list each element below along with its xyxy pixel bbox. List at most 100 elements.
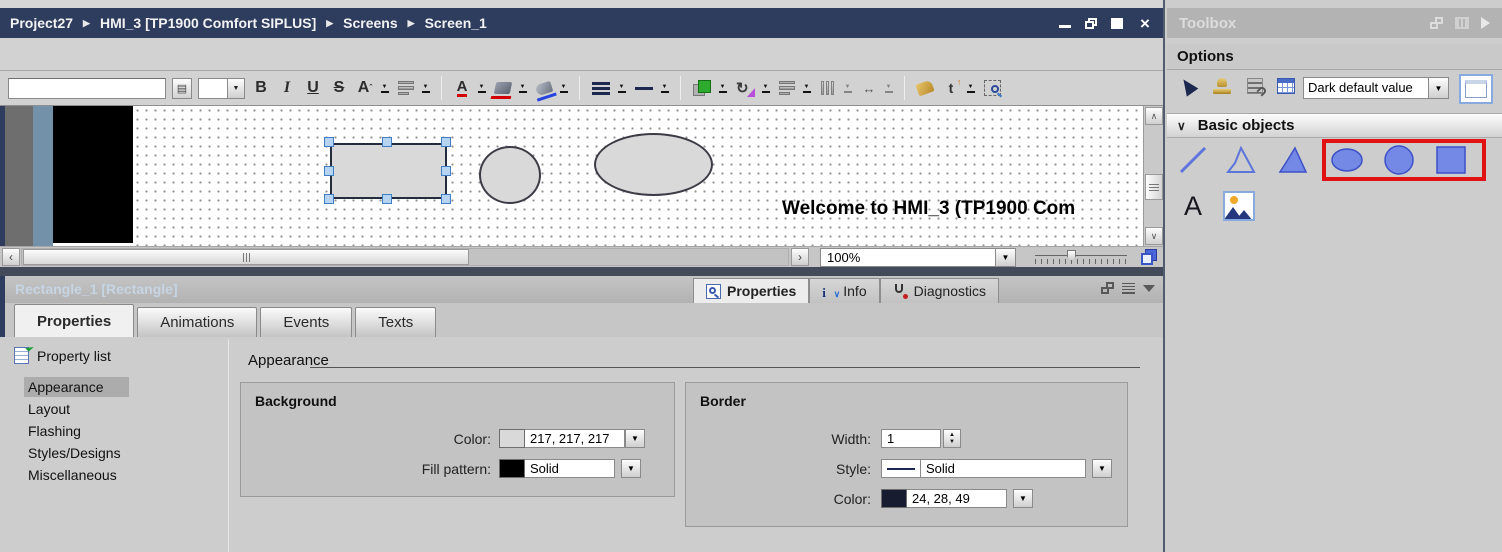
close-button[interactable]: × [1137, 15, 1153, 32]
tab-diagnostics[interactable]: Diagnostics [879, 278, 999, 303]
select-cursor-icon[interactable] [1177, 75, 1199, 97]
zoom-selection-button[interactable] [982, 76, 1003, 100]
fill-color-dropdown[interactable]: ▼ [717, 84, 728, 93]
border-width-stepper[interactable]: ▲ ▼ [943, 429, 961, 448]
border-style-dropdown[interactable]: ▼ [616, 84, 627, 93]
selection-handle-nw[interactable] [324, 137, 334, 147]
breadcrumb-hmi[interactable]: HMI_3 [TP1900 Comfort SIPLUS] [100, 15, 316, 31]
fill-pattern-swatch[interactable] [499, 459, 525, 478]
chevron-down-icon[interactable]: ▼ [1429, 77, 1449, 99]
property-item-appearance[interactable]: Appearance [24, 377, 129, 397]
distribute-dropdown[interactable]: ▼ [842, 84, 853, 93]
chevron-down-icon[interactable]: ▼ [228, 77, 245, 99]
tab-properties[interactable]: Properties [14, 304, 135, 337]
stamp-icon[interactable] [1213, 78, 1231, 94]
canvas-rectangle-shape[interactable] [330, 143, 447, 199]
brush-color-button[interactable] [534, 76, 557, 102]
highlight-color-button[interactable] [490, 76, 513, 100]
tool-line[interactable] [1175, 142, 1211, 178]
tab-info[interactable]: i ∨ Info [809, 278, 880, 303]
selection-handle-e[interactable] [441, 166, 451, 176]
options-section-header[interactable]: Options [1167, 44, 1502, 70]
table-icon[interactable] [1277, 78, 1295, 94]
background-color-value[interactable]: 217, 217, 217 [525, 429, 625, 448]
fill-pattern-dropdown[interactable]: ▼ [621, 459, 641, 478]
brush-color-dropdown[interactable]: ▼ [558, 84, 569, 93]
line-style-dropdown[interactable]: ▼ [659, 84, 670, 93]
border-style-dropdown[interactable]: ▼ [1092, 459, 1112, 478]
tool-polygon[interactable] [1275, 142, 1311, 178]
border-color-dropdown[interactable]: ▼ [1013, 489, 1033, 508]
border-color-value[interactable]: 24, 28, 49 [907, 489, 1007, 508]
border-color-swatch[interactable] [881, 489, 907, 508]
selection-handle-sw[interactable] [324, 194, 334, 204]
tab-properties-side[interactable]: Properties [693, 278, 810, 303]
font-size-button[interactable]: Aˆ [355, 76, 375, 100]
tool-rectangle[interactable] [1433, 142, 1469, 178]
fill-color-button[interactable] [691, 76, 713, 100]
selection-handle-ne[interactable] [441, 137, 451, 147]
basic-objects-header[interactable]: ∨ Basic objects [1167, 113, 1502, 138]
horizontal-scroll-thumb[interactable] [23, 249, 469, 265]
zoom-level-combo[interactable]: 100% ▼ [820, 248, 1016, 267]
fit-to-window-icon[interactable] [1140, 248, 1159, 266]
breadcrumb-screen1[interactable]: Screen_1 [425, 15, 487, 31]
breadcrumb-project[interactable]: Project27 [10, 15, 73, 31]
tab-events[interactable]: Events [260, 307, 353, 337]
font-size-combo[interactable]: ▼ [198, 77, 245, 99]
align-objects-dropdown[interactable]: ▼ [801, 84, 812, 93]
background-color-swatch[interactable] [499, 429, 525, 448]
float-panel-icon[interactable] [1430, 17, 1443, 29]
welcome-text[interactable]: Welcome to HMI_3 (TP1900 Com [782, 198, 1075, 220]
tool-circle[interactable] [1381, 142, 1417, 178]
selection-handle-s[interactable] [382, 194, 392, 204]
font-color-dropdown[interactable]: ▼ [476, 84, 487, 93]
canvas-circle-shape[interactable] [479, 146, 541, 204]
panel-columns-icon[interactable] [1455, 17, 1469, 29]
rotate-dropdown[interactable]: ▼ [760, 84, 771, 93]
font-size-dropdown[interactable]: ▼ [379, 84, 390, 93]
background-color-dropdown[interactable]: ▼ [625, 429, 645, 448]
property-item-styles-designs[interactable]: Styles/Designs [24, 443, 129, 463]
float-panel-icon[interactable] [1101, 282, 1114, 294]
object-order-button[interactable]: t ↑ [941, 76, 962, 100]
panel-list-icon[interactable] [1122, 282, 1135, 294]
line-spacing-dropdown[interactable]: ▼ [420, 84, 431, 93]
property-item-layout[interactable]: Layout [24, 399, 129, 419]
tool-graphic-view[interactable] [1221, 188, 1257, 224]
tab-animations[interactable]: Animations [137, 307, 258, 337]
border-style-select[interactable]: Solid [881, 459, 1086, 478]
scroll-down-icon[interactable]: ∨ [1145, 227, 1163, 245]
chevron-down-icon[interactable]: ▼ [996, 248, 1016, 267]
vertical-scrollbar[interactable]: ∧ ∨ [1143, 106, 1163, 246]
distribute-button[interactable] [818, 76, 838, 100]
tool-polyline[interactable] [1223, 142, 1259, 178]
border-style-button[interactable] [590, 76, 612, 100]
scroll-up-icon[interactable]: ∧ [1145, 107, 1163, 125]
collapse-right-icon[interactable] [1481, 17, 1490, 29]
fill-pattern-value[interactable]: Solid [525, 459, 615, 478]
sidebar-splitter[interactable] [228, 339, 229, 552]
match-size-dropdown[interactable]: ▼ [883, 84, 894, 93]
horizontal-scroll-track[interactable] [21, 248, 789, 266]
rotate-button[interactable]: ↻ [734, 76, 756, 100]
property-item-flashing[interactable]: Flashing [24, 421, 129, 441]
tab-texts[interactable]: Texts [355, 307, 437, 337]
selection-handle-se[interactable] [441, 194, 451, 204]
scroll-left-icon[interactable]: ‹ [2, 248, 20, 266]
collapse-panel-icon[interactable] [1143, 284, 1155, 292]
clean-button[interactable] [915, 76, 935, 100]
underline-button[interactable]: U [303, 76, 323, 100]
screen-canvas[interactable]: Welcome to HMI_3 (TP1900 Com ∧ ∨ [0, 106, 1163, 246]
tool-text-field[interactable]: A [1175, 188, 1211, 224]
breadcrumb-screens[interactable]: Screens [343, 15, 397, 31]
bold-button[interactable]: B [251, 76, 271, 100]
selection-handle-n[interactable] [382, 137, 392, 147]
panel-layout-button[interactable] [1459, 74, 1493, 104]
line-style-button[interactable] [633, 76, 655, 100]
canvas-ellipse-shape[interactable] [594, 133, 713, 196]
minimize-button[interactable] [1059, 18, 1071, 28]
style-name-input[interactable] [8, 77, 166, 99]
strikethrough-button[interactable]: S [329, 76, 349, 100]
tool-ellipse[interactable] [1329, 142, 1365, 178]
